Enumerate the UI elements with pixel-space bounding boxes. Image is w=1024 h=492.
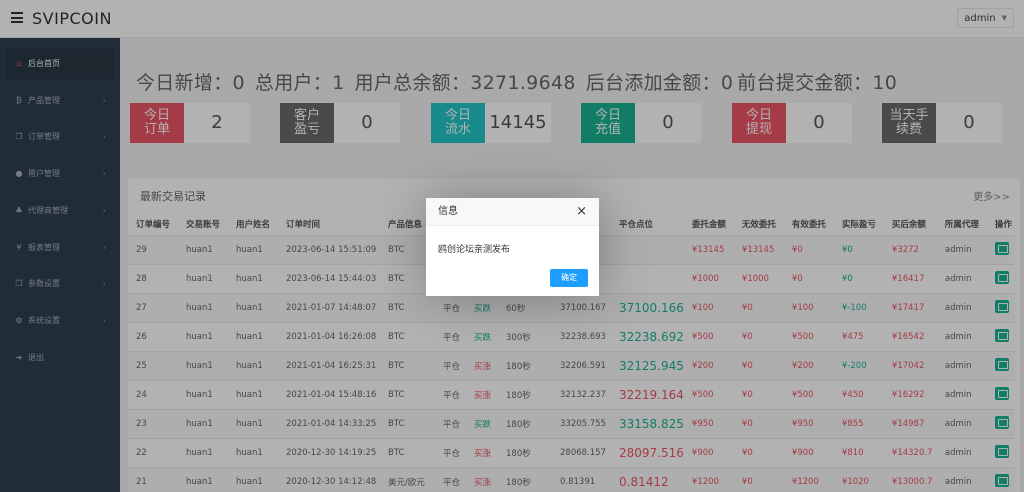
info-dialog: 信息 × 鸥创论坛亲测发布 确定 [426,198,599,296]
dialog-message: 鸥创论坛亲测发布 [438,245,511,255]
dialog-title: 信息 [438,206,458,217]
confirm-button[interactable]: 确定 [550,269,588,287]
close-icon[interactable]: × [576,198,587,226]
dialog-header: 信息 × [426,198,599,226]
